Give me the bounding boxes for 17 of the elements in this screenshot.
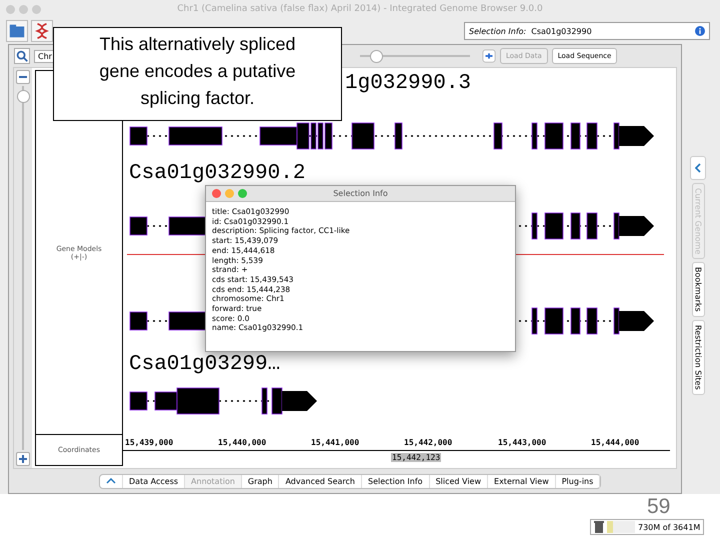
gene-label: Csa01g03299… [129, 353, 280, 376]
selection-info-value: Csa01g032990 [531, 26, 592, 36]
callout-tooltip: This alternatively spliced gene encodes a putative splicing factor. [53, 27, 342, 121]
coordinate-label: 15,439,000 [125, 438, 174, 447]
coordinate-label: 15,441,000 [311, 438, 360, 447]
memory-usage: 730M of 3641M [638, 522, 700, 532]
position-label: 15,442,123 [391, 453, 442, 462]
coordinate-label: 15,442,000 [404, 438, 452, 447]
coordinate-label: 15,444,000 [591, 438, 640, 447]
gene-label: 1g032990.3 [345, 72, 472, 95]
slide-number: 59 [647, 496, 670, 517]
window-title: Chr1 (Camelina sativa (false flax) April 2014) - Integrated Genome Browser 9.0.0 [176, 4, 544, 14]
coordinate-label: 15,440,000 [218, 438, 266, 447]
dialog-title: Selection Info [332, 189, 389, 198]
gene-label: Csa01g032990.2 [129, 162, 306, 185]
coordinate-label: 15,443,000 [498, 438, 546, 447]
selection-info-label: Selection Info: [469, 26, 526, 36]
